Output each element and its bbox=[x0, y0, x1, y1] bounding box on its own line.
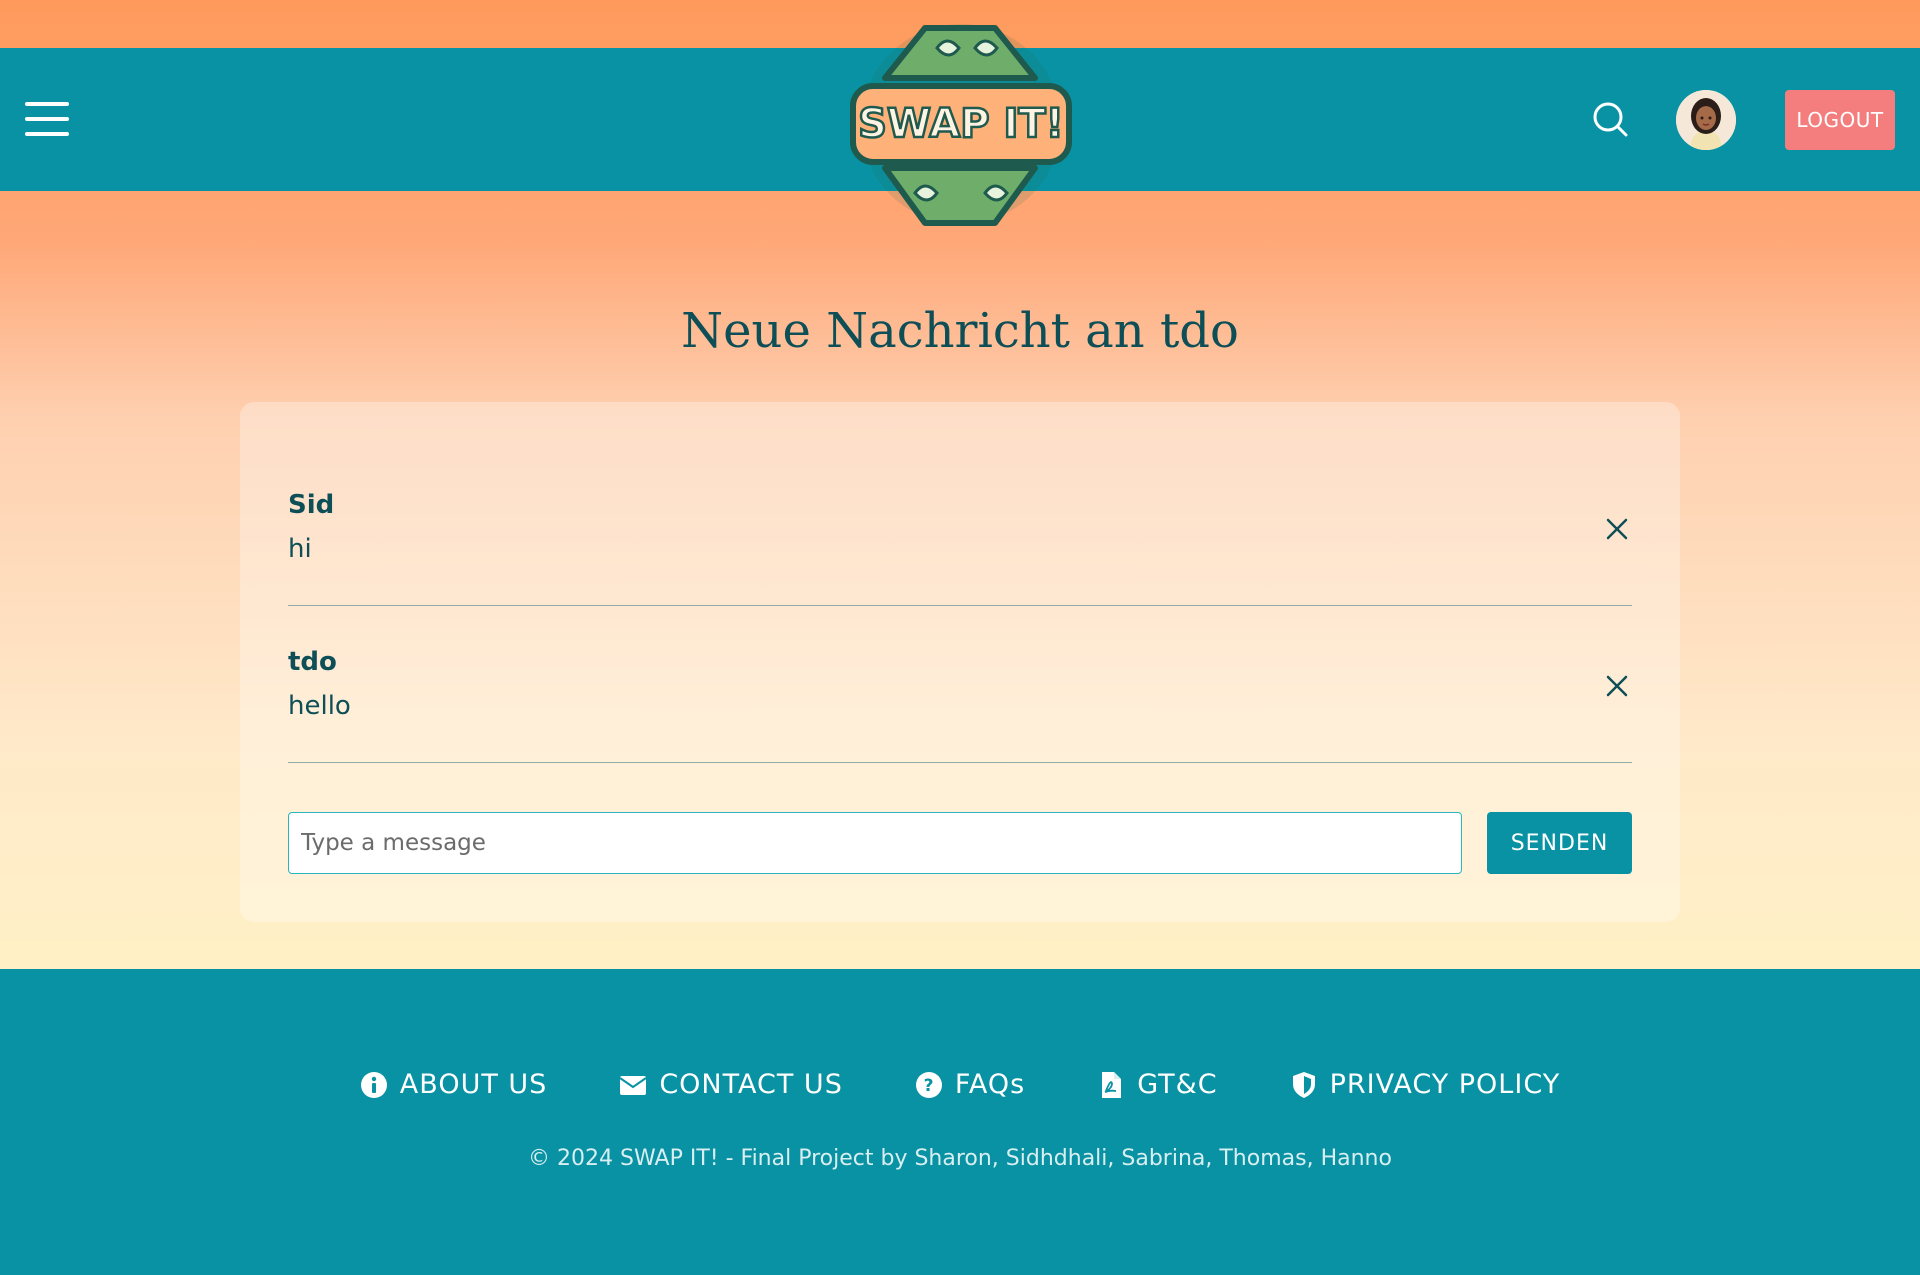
delete-message-icon[interactable] bbox=[1602, 671, 1632, 701]
hamburger-menu-icon[interactable] bbox=[25, 102, 69, 136]
message-item: Sid hi bbox=[288, 450, 1632, 606]
message-author: tdo bbox=[288, 647, 337, 677]
message-input[interactable] bbox=[288, 812, 1462, 874]
pdf-file-icon bbox=[1102, 1071, 1122, 1098]
user-avatar[interactable] bbox=[1676, 90, 1736, 150]
footer: ABOUT US CONTACT US ? FAQs GT&C PRIVACY … bbox=[0, 969, 1920, 1275]
copyright-text: © 2024 SWAP IT! - Final Project by Sharo… bbox=[528, 1146, 1392, 1171]
logout-button[interactable]: LOGOUT bbox=[1785, 90, 1895, 150]
footer-link-about-us[interactable]: ABOUT US bbox=[360, 1069, 548, 1100]
svg-text:?: ? bbox=[923, 1076, 934, 1096]
footer-link-label: GT&C bbox=[1137, 1069, 1218, 1100]
footer-link-gtc[interactable]: GT&C bbox=[1097, 1069, 1217, 1100]
footer-nav: ABOUT US CONTACT US ? FAQs GT&C PRIVACY … bbox=[0, 1069, 1920, 1100]
info-icon bbox=[360, 1071, 387, 1098]
footer-link-privacy-policy[interactable]: PRIVACY POLICY bbox=[1290, 1069, 1561, 1100]
delete-message-icon[interactable] bbox=[1602, 514, 1632, 544]
page-title: Neue Nachricht an tdo bbox=[681, 303, 1239, 359]
footer-link-label: PRIVACY POLICY bbox=[1329, 1069, 1561, 1100]
logo-text: SWAP IT! bbox=[858, 101, 1064, 147]
message-text: hi bbox=[288, 534, 312, 564]
search-icon[interactable] bbox=[1591, 100, 1629, 138]
swap-it-logo[interactable]: SWAP IT! bbox=[845, 8, 1077, 240]
envelope-icon bbox=[619, 1075, 647, 1095]
footer-link-label: CONTACT US bbox=[659, 1069, 843, 1100]
message-item: tdo hello bbox=[288, 607, 1632, 763]
chat-card: Sid hi tdo hello SENDEN bbox=[240, 402, 1680, 922]
message-author: Sid bbox=[288, 490, 335, 520]
footer-link-label: ABOUT US bbox=[399, 1069, 548, 1100]
footer-link-contact-us[interactable]: CONTACT US bbox=[619, 1069, 843, 1100]
shield-icon bbox=[1292, 1071, 1315, 1098]
message-text: hello bbox=[288, 691, 351, 721]
send-button[interactable]: SENDEN bbox=[1487, 812, 1632, 874]
footer-link-faqs[interactable]: ? FAQs bbox=[915, 1069, 1025, 1100]
question-icon: ? bbox=[915, 1071, 942, 1098]
footer-link-label: FAQs bbox=[954, 1069, 1026, 1100]
avatar-image bbox=[1676, 90, 1736, 150]
